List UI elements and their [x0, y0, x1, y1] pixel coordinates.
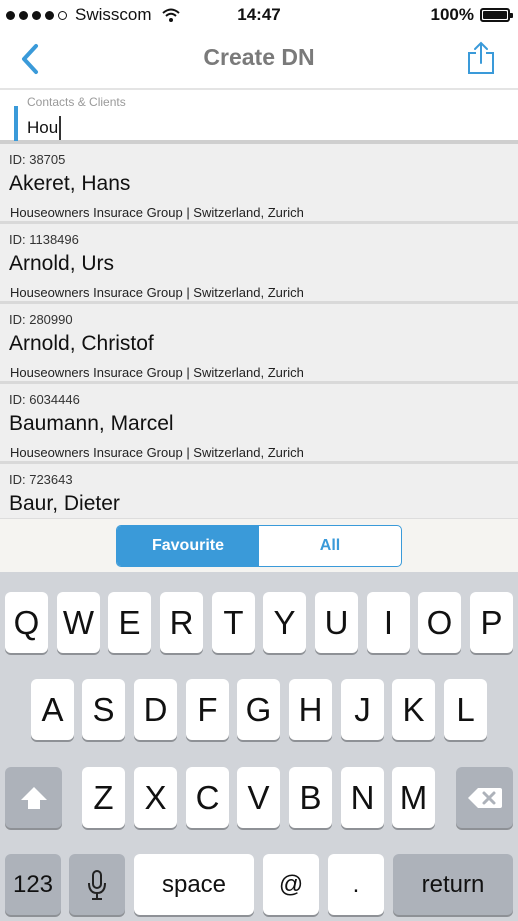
navigation-bar: Create DN — [0, 30, 518, 88]
at-key[interactable]: @ — [263, 854, 319, 915]
contact-name: Arnold, Urs — [9, 252, 115, 275]
contact-id: ID: 6034446 — [9, 392, 80, 407]
key-o[interactable]: O — [418, 592, 461, 653]
text-cursor — [59, 116, 62, 140]
key-g[interactable]: G — [237, 679, 280, 740]
delete-key[interactable] — [456, 767, 513, 828]
contact-company: Houseowners Insurace Group | Switzerland… — [10, 285, 304, 300]
battery-icon — [480, 8, 513, 22]
backspace-icon — [467, 787, 502, 808]
segment-favourite[interactable]: Favourite — [117, 526, 259, 566]
key-f[interactable]: F — [186, 679, 229, 740]
contact-id: ID: 723643 — [9, 472, 73, 487]
key-b[interactable]: B — [289, 767, 332, 828]
contact-id: ID: 38705 — [9, 152, 66, 167]
key-s[interactable]: S — [82, 679, 125, 740]
contact-name: Baumann, Marcel — [9, 412, 174, 435]
field-accent-bar — [14, 106, 18, 141]
period-key[interactable]: . — [328, 854, 384, 915]
contact-id: ID: 1138496 — [9, 232, 79, 247]
battery-percent: 100% — [430, 5, 474, 24]
contact-company: Houseowners Insurace Group | Switzerland… — [10, 205, 304, 220]
numbers-key[interactable]: 123 — [5, 854, 61, 915]
key-x[interactable]: X — [134, 767, 177, 828]
key-v[interactable]: V — [237, 767, 280, 828]
list-item[interactable]: ID: 38705 Akeret, Hans Houseowners Insur… — [0, 144, 518, 224]
shift-arrow-icon — [20, 786, 47, 809]
key-r[interactable]: R — [160, 592, 203, 653]
shift-key[interactable] — [5, 767, 62, 828]
contact-name: Baur, Dieter — [9, 492, 120, 515]
list-item[interactable]: ID: 6034446 Baumann, Marcel Houseowners … — [0, 384, 518, 464]
key-u[interactable]: U — [315, 592, 358, 653]
key-q[interactable]: Q — [5, 592, 48, 653]
key-d[interactable]: D — [134, 679, 177, 740]
field-label: Contacts & Clients — [27, 95, 126, 109]
contact-name: Akeret, Hans — [9, 172, 131, 195]
microphone-icon — [88, 869, 106, 900]
key-w[interactable]: W — [57, 592, 100, 653]
dictation-key[interactable] — [69, 854, 125, 915]
status-bar: Swisscom 14:47 100% — [0, 0, 518, 30]
key-a[interactable]: A — [31, 679, 74, 740]
contacts-search-field[interactable]: Contacts & Clients Hou — [0, 88, 518, 144]
key-y[interactable]: Y — [263, 592, 306, 653]
contact-id: ID: 280990 — [9, 312, 73, 327]
key-n[interactable]: N — [341, 767, 384, 828]
filter-segmented-control: Favourite All — [116, 525, 402, 567]
key-i[interactable]: I — [367, 592, 410, 653]
share-icon[interactable] — [466, 40, 496, 76]
space-key[interactable]: space — [134, 854, 254, 915]
list-item[interactable]: ID: 1138496 Arnold, Urs Houseowners Insu… — [0, 224, 518, 304]
key-t[interactable]: T — [212, 592, 255, 653]
page-title: Create DN — [203, 44, 315, 70]
key-l[interactable]: L — [444, 679, 487, 740]
contact-name: Arnold, Christof — [9, 332, 154, 355]
search-input[interactable]: Hou — [27, 116, 62, 140]
contacts-list[interactable]: ID: 38705 Akeret, Hans Houseowners Insur… — [0, 144, 518, 518]
contact-company: Houseowners Insurace Group | Switzerland… — [10, 445, 304, 460]
key-p[interactable]: P — [470, 592, 513, 653]
battery-status: 100% — [430, 5, 513, 25]
key-z[interactable]: Z — [82, 767, 125, 828]
list-item[interactable]: ID: 723643 Baur, Dieter — [0, 464, 518, 518]
keyboard: Q W E R T Y U I O P A S D F G H J K L Z … — [0, 572, 518, 921]
contact-company: Houseowners Insurace Group | Switzerland… — [10, 365, 304, 380]
key-k[interactable]: K — [392, 679, 435, 740]
segment-all[interactable]: All — [259, 526, 401, 566]
key-c[interactable]: C — [186, 767, 229, 828]
return-key[interactable]: return — [393, 854, 513, 915]
key-m[interactable]: M — [392, 767, 435, 828]
key-j[interactable]: J — [341, 679, 384, 740]
search-input-value: Hou — [27, 118, 59, 137]
key-h[interactable]: H — [289, 679, 332, 740]
list-item[interactable]: ID: 280990 Arnold, Christof Houseowners … — [0, 304, 518, 384]
key-e[interactable]: E — [108, 592, 151, 653]
filter-bar: Favourite All — [0, 518, 518, 573]
